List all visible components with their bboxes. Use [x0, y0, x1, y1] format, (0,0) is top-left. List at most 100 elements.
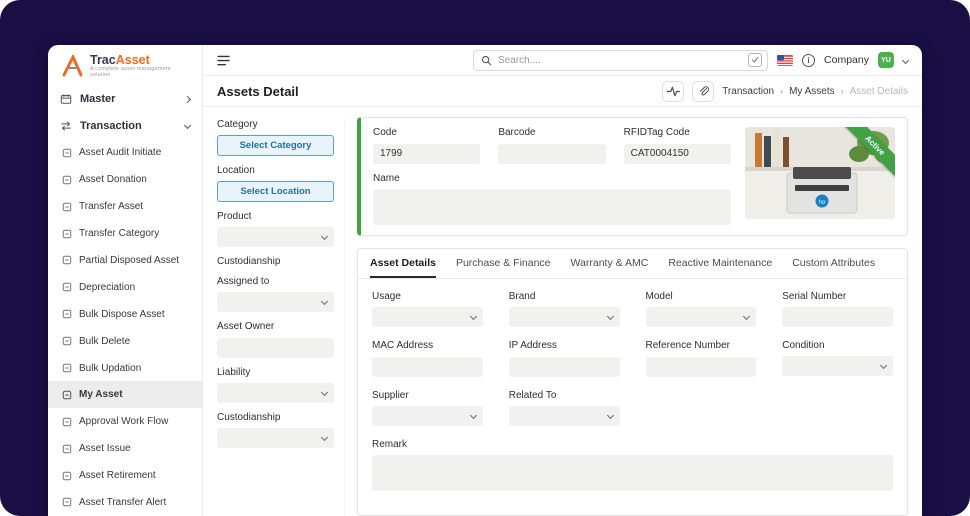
- name-input[interactable]: [373, 189, 731, 225]
- sidebar-item-bulk-updation[interactable]: Bulk Updation: [48, 355, 202, 382]
- reference-number-input[interactable]: [646, 357, 757, 377]
- brand-select[interactable]: [509, 307, 620, 327]
- supplier-select[interactable]: [372, 406, 483, 426]
- us-flag-icon[interactable]: [777, 55, 793, 66]
- tab-bar: Asset Details Purchase & Finance Warrant…: [358, 249, 907, 279]
- sidebar-item-label: Bulk Dispose Asset: [79, 309, 165, 320]
- menu-item-icon: [62, 255, 72, 265]
- transaction-icon: [60, 120, 72, 132]
- chevron-down-icon: [321, 433, 328, 440]
- sidebar-item-approval-work-flow[interactable]: Approval Work Flow: [48, 408, 202, 435]
- chevron-down-icon: [470, 312, 477, 319]
- chevron-right-icon: ›: [780, 86, 783, 96]
- cards-column: Code Barcode RFIDTag Code: [357, 117, 908, 516]
- sidebar-item-asset-issue[interactable]: Asset Issue: [48, 435, 202, 462]
- sidebar-item-label: Transfer Asset: [79, 201, 143, 212]
- master-icon: [60, 93, 72, 105]
- serial-number-input[interactable]: [782, 307, 893, 327]
- usage-select[interactable]: [372, 307, 483, 327]
- activity-icon: [666, 85, 681, 98]
- liability-select[interactable]: [217, 383, 334, 403]
- search-input[interactable]: [498, 55, 742, 66]
- remark-textarea[interactable]: [372, 455, 893, 491]
- sidebar-item-my-asset[interactable]: My Asset: [48, 381, 202, 408]
- tab-warranty-amc[interactable]: Warranty & AMC: [571, 249, 649, 278]
- sidebar-item-partial-disposed-asset[interactable]: Partial Disposed Asset: [48, 247, 202, 274]
- sidebar-item-asset-transfer-alert[interactable]: Asset Transfer Alert: [48, 489, 202, 516]
- info-icon[interactable]: i: [802, 54, 815, 67]
- sidebar-item-label: Asset Donation: [79, 174, 147, 185]
- select-category-button[interactable]: Select Category: [217, 135, 334, 156]
- mac-address-input[interactable]: [372, 357, 483, 377]
- code-label: Code: [373, 127, 480, 138]
- custodianship-select[interactable]: [217, 428, 334, 448]
- brand-tagline: A complete asset management solution: [90, 67, 190, 79]
- attachment-button[interactable]: [692, 81, 714, 102]
- asset-owner-input[interactable]: [217, 338, 334, 358]
- user-avatar[interactable]: YU: [878, 52, 894, 68]
- custodianship-section-label: Custodianship: [217, 256, 334, 267]
- filter-panel: Category Select Category Location Select…: [217, 117, 345, 516]
- tab-purchase-finance[interactable]: Purchase & Finance: [456, 249, 551, 278]
- breadcrumb-my-assets[interactable]: My Assets: [789, 86, 835, 97]
- chevron-down-icon: [321, 298, 328, 305]
- app-window: TracAsset A complete asset management so…: [48, 45, 922, 516]
- model-select[interactable]: [646, 307, 757, 327]
- ip-address-input[interactable]: [509, 357, 620, 377]
- activity-log-button[interactable]: [662, 81, 684, 102]
- breadcrumb-transaction[interactable]: Transaction: [722, 86, 774, 97]
- condition-select[interactable]: [782, 356, 893, 376]
- menu-item-icon: [62, 471, 72, 481]
- asset-owner-label: Asset Owner: [217, 321, 334, 332]
- hamburger-menu-icon[interactable]: [217, 55, 230, 66]
- sidebar-item-label: My Asset: [79, 389, 123, 400]
- code-input[interactable]: [373, 144, 480, 164]
- sidebar-item-depreciation[interactable]: Depreciation: [48, 274, 202, 301]
- asset-detail-card: Asset Details Purchase & Finance Warrant…: [357, 248, 908, 516]
- menu-item-icon: [62, 175, 72, 185]
- sidebar-item-asset-donation[interactable]: Asset Donation: [48, 166, 202, 193]
- tab-asset-details[interactable]: Asset Details: [370, 249, 436, 278]
- checkbox-icon[interactable]: [748, 53, 762, 67]
- model-label: Model: [646, 291, 757, 302]
- chevron-down-icon: [470, 411, 477, 418]
- sidebar-group-transaction[interactable]: Transaction: [48, 113, 202, 140]
- rfid-tag-input[interactable]: [624, 144, 731, 164]
- sidebar-group-master[interactable]: Master: [48, 86, 202, 113]
- menu-item-icon: [62, 363, 72, 373]
- location-label: Location: [217, 165, 334, 176]
- sidebar-item-label: Bulk Delete: [79, 336, 130, 347]
- brand: TracAsset A complete asset management so…: [48, 45, 202, 86]
- desktop-frame: TracAsset A complete asset management so…: [0, 0, 970, 516]
- barcode-input[interactable]: [498, 144, 605, 164]
- sidebar-item-bulk-delete[interactable]: Bulk Delete: [48, 328, 202, 355]
- search-icon: [481, 55, 492, 66]
- asset-details-form: Usage Brand Model: [358, 279, 907, 503]
- tab-reactive-maintenance[interactable]: Reactive Maintenance: [668, 249, 772, 278]
- sidebar-item-bulk-dispose-asset[interactable]: Bulk Dispose Asset: [48, 301, 202, 328]
- select-location-button[interactable]: Select Location: [217, 181, 334, 202]
- chevron-right-icon: [184, 96, 191, 103]
- chevron-down-icon[interactable]: [902, 56, 909, 63]
- sidebar-item-transfer-asset[interactable]: Transfer Asset: [48, 193, 202, 220]
- product-select[interactable]: [217, 227, 334, 247]
- content-area: Category Select Category Location Select…: [203, 107, 922, 516]
- related-to-select[interactable]: [509, 406, 620, 426]
- menu-item-icon: [62, 282, 72, 292]
- svg-text:hp: hp: [819, 200, 826, 206]
- brand-name-secondary: Asset: [116, 53, 150, 67]
- sidebar-item-asset-retirement[interactable]: Asset Retirement: [48, 462, 202, 489]
- sidebar-item-asset-audit-initiate[interactable]: Asset Audit Initiate: [48, 139, 202, 166]
- asset-summary-card: Code Barcode RFIDTag Code: [357, 117, 908, 236]
- condition-label: Condition: [782, 340, 893, 351]
- assigned-to-label: Assigned to: [217, 276, 334, 287]
- brand-label: Brand: [509, 291, 620, 302]
- chevron-down-icon: [321, 233, 328, 240]
- paperclip-icon: [697, 85, 710, 98]
- assigned-to-select[interactable]: [217, 292, 334, 312]
- page-title: Assets Detail: [217, 84, 299, 99]
- chevron-down-icon: [606, 411, 613, 418]
- tab-custom-attributes[interactable]: Custom Attributes: [792, 249, 875, 278]
- sidebar-item-transfer-category[interactable]: Transfer Category: [48, 220, 202, 247]
- menu-item-icon: [62, 148, 72, 158]
